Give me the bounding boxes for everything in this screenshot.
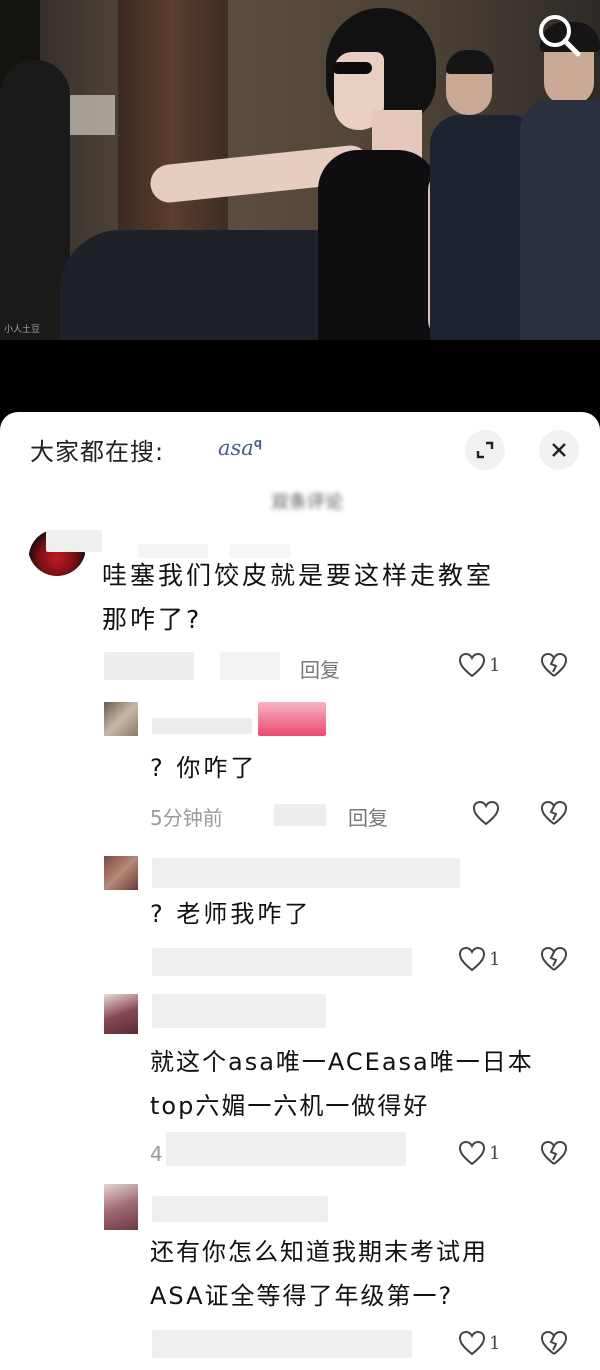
comment-line: top六媚一六机一做得好 (150, 1092, 430, 1120)
hot-search-term[interactable]: asa𝐪 (218, 436, 262, 460)
comment-line: 还有你怎么知道我期末考试用 (150, 1238, 488, 1266)
like-count: 1 (489, 948, 501, 970)
avatar[interactable] (104, 994, 138, 1034)
username-placeholder (152, 858, 460, 888)
avatar[interactable] (104, 856, 138, 890)
hot-search-label: 大家都在搜: (30, 438, 165, 466)
meta-placeholder (274, 804, 326, 826)
scene-woman-sunglasses (332, 62, 372, 74)
username-badge-placeholder (258, 702, 326, 736)
username-placeholder (152, 1196, 328, 1222)
broken-heart-icon (540, 652, 568, 677)
comments-panel: 大家都在搜: asa𝐪 双条评论 哇塞我们饺皮就是要这样走教室 那咋了? 回复 … (0, 412, 600, 1370)
video-player[interactable]: 小人土豆 (0, 0, 600, 340)
comment-line: ASA证全等得了年级第一? (150, 1282, 454, 1310)
heart-icon (458, 652, 486, 678)
broken-heart-icon (540, 1140, 568, 1165)
scene-man-1-hair (446, 50, 494, 74)
comment-time: 5分钟前 (150, 806, 223, 830)
dislike-button[interactable] (540, 1330, 568, 1360)
reply-button[interactable]: 回复 (300, 654, 340, 683)
close-button[interactable] (539, 430, 579, 470)
comments-count-title: 双条评论 (271, 492, 343, 513)
like-button[interactable]: 1 (458, 1330, 500, 1356)
comment-text: ? 老师我咋了 (150, 900, 312, 928)
expand-button[interactable] (465, 430, 505, 470)
comment-line: 就这个asa唯一ACEasa唯一日本 (150, 1048, 534, 1076)
expand-icon (476, 441, 494, 459)
heart-icon (458, 1140, 486, 1166)
search-button[interactable] (534, 10, 584, 60)
meta-placeholder (152, 1330, 412, 1358)
meta-placeholder (104, 652, 194, 680)
meta-placeholder (152, 948, 412, 976)
search-icon (539, 15, 581, 57)
comment-text: ? 你咋了 (150, 754, 258, 782)
username-placeholder (152, 718, 252, 734)
video-bottom-bar (0, 340, 600, 415)
comment-text: 哇塞我们饺皮就是要这样走教室 那咋了? (102, 554, 572, 642)
dislike-button[interactable] (540, 1140, 568, 1170)
broken-heart-icon (540, 800, 568, 825)
heart-icon (458, 946, 486, 972)
like-button[interactable]: 1 (458, 652, 500, 678)
heart-icon (472, 800, 500, 826)
like-count: 1 (489, 654, 501, 676)
meta-placeholder (166, 1132, 406, 1166)
close-icon (552, 443, 566, 457)
like-button[interactable] (472, 800, 503, 826)
video-watermark: 小人土豆 (4, 325, 41, 335)
dislike-button[interactable] (540, 946, 568, 976)
dislike-button[interactable] (540, 800, 568, 830)
reply-button[interactable]: 回复 (348, 802, 388, 831)
broken-heart-icon (540, 1330, 568, 1355)
scene-woman-dress (318, 150, 438, 340)
meta-placeholder (220, 652, 280, 680)
heart-icon (458, 1330, 486, 1356)
scene-man-2-suit (520, 100, 600, 340)
search-small-icon: 𝐪 (253, 436, 262, 451)
like-button[interactable]: 1 (458, 1140, 500, 1166)
comment-line: 那咋了? (102, 605, 203, 634)
like-count: 1 (489, 1142, 501, 1164)
avatar[interactable] (104, 1184, 138, 1230)
like-count: 1 (489, 1332, 501, 1354)
username-placeholder (152, 994, 326, 1028)
username-placeholder (46, 530, 102, 552)
like-button[interactable]: 1 (458, 946, 500, 972)
hot-search-term-text: asa (218, 436, 254, 460)
dislike-button[interactable] (540, 652, 568, 682)
broken-heart-icon (540, 946, 568, 971)
comment-text: 就这个asa唯一ACEasa唯一日本 top六媚一六机一做得好 (150, 1040, 580, 1128)
comment-line: 哇塞我们饺皮就是要这样走教室 (102, 561, 495, 590)
comment-time: 4 (150, 1142, 163, 1166)
avatar[interactable] (104, 702, 138, 736)
comment-text: 还有你怎么知道我期末考试用 ASA证全等得了年级第一? (150, 1230, 580, 1318)
